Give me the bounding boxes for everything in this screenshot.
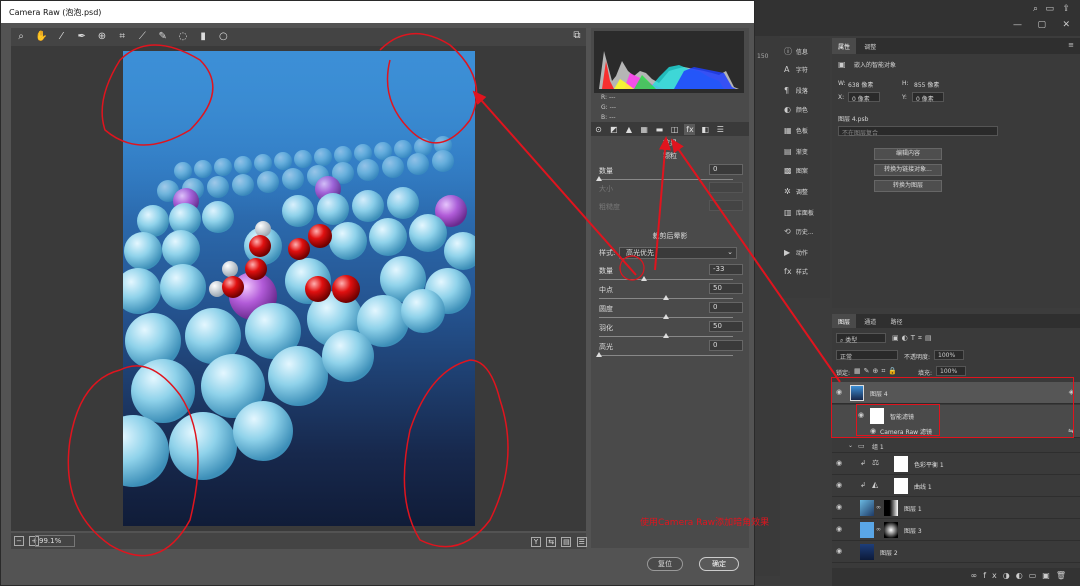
annotation-overlay — [67, 33, 841, 557]
annotation-caption: 使用Camera Raw添加暗角效果 — [640, 518, 770, 528]
